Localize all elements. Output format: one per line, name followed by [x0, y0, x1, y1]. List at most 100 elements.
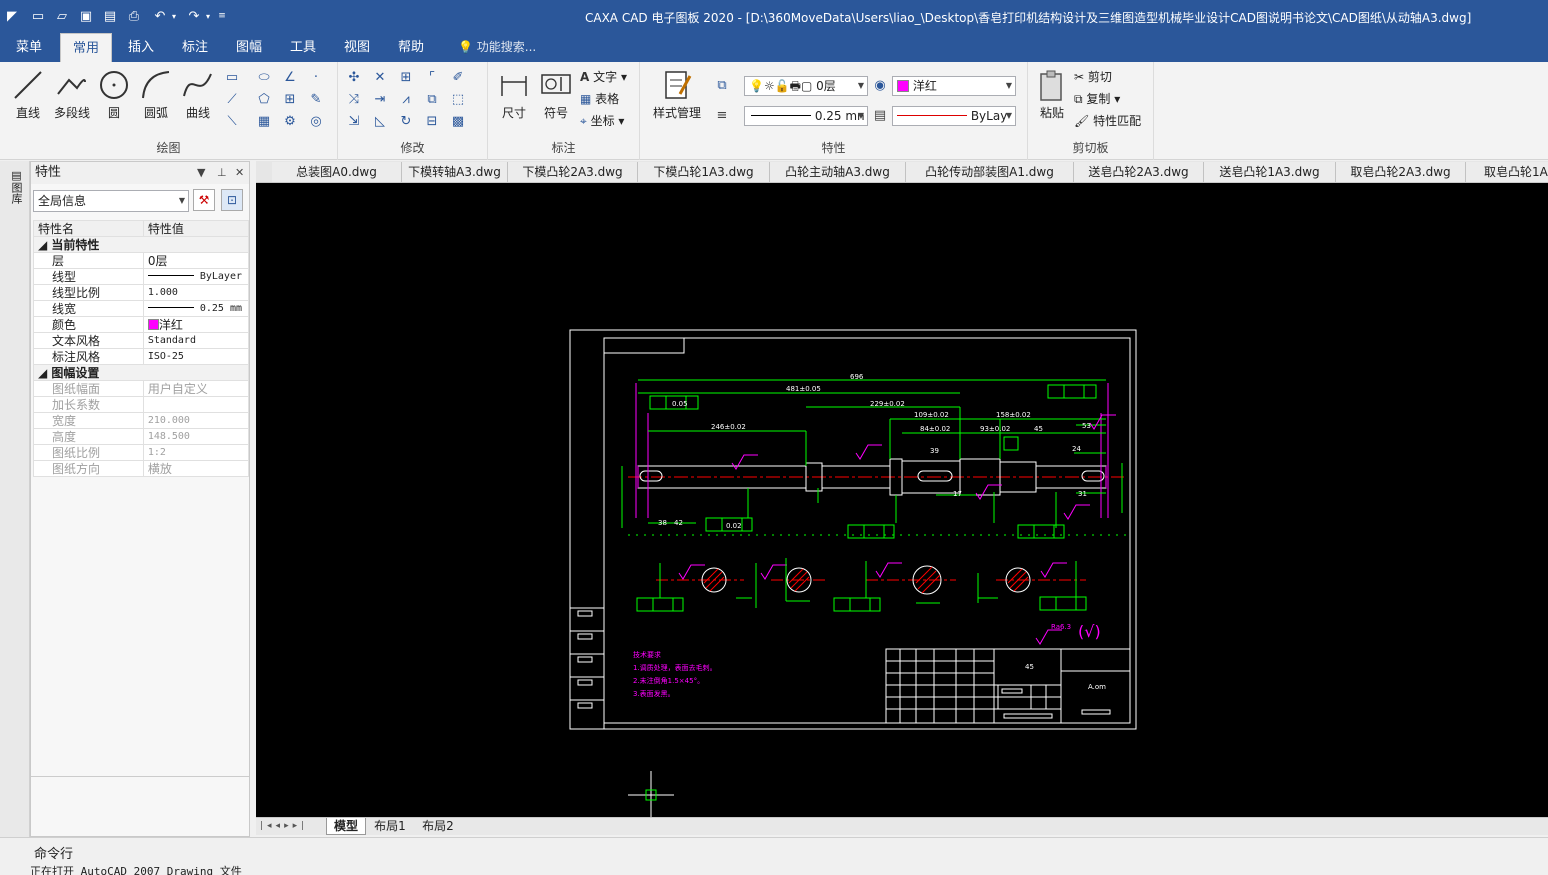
prop-row[interactable]: 文本风格 Standard: [33, 332, 250, 349]
edit-icon[interactable]: ▩: [448, 112, 468, 132]
doc-tab[interactable]: 总装图A0.dwg: [272, 162, 402, 182]
tab-common[interactable]: 常用: [60, 33, 112, 62]
dimension-button[interactable]: 尺寸: [492, 68, 536, 130]
doc-tab[interactable]: 取皂凸轮2A3.dwg: [1336, 162, 1466, 182]
tab-insert[interactable]: 插入: [118, 33, 164, 62]
feature-search[interactable]: 💡 功能搜索...: [458, 33, 536, 62]
doc-tab[interactable]: 取皂凸轮1A: [1466, 162, 1548, 182]
cut-button[interactable]: ✂ 剪切: [1074, 68, 1112, 85]
pen-icon[interactable]: ✎: [306, 90, 326, 110]
lineweight-icon[interactable]: ≡: [712, 106, 732, 126]
doc-tab[interactable]: 凸轮传动部装图A1.dwg: [906, 162, 1074, 182]
rectangle-icon[interactable]: ▭: [222, 68, 242, 88]
break-icon[interactable]: ⊟: [422, 112, 442, 132]
prop-row[interactable]: 图纸方向 横放: [33, 460, 250, 477]
undo-dropdown-icon[interactable]: ▾: [168, 6, 180, 26]
command-line[interactable]: 命令行 正在打开 AutoCAD 2007 Drawing 文件: [0, 837, 1548, 875]
color-select[interactable]: 洋红 ▼: [892, 76, 1016, 96]
doc-tab[interactable]: 下模转轴A3.dwg: [402, 162, 508, 182]
prop-row[interactable]: 线型比例 1.000: [33, 284, 250, 301]
offset-line-icon[interactable]: ⟍: [222, 112, 242, 132]
copy-button[interactable]: ⧉ 复制 ▾: [1074, 90, 1120, 107]
copy-obj-icon[interactable]: ⤨: [344, 90, 364, 110]
redo-dropdown-icon[interactable]: ▾: [202, 6, 214, 26]
doc-tab[interactable]: 下模凸轮2A3.dwg: [508, 162, 638, 182]
arc-button[interactable]: 圆弧: [134, 68, 178, 130]
ellipse-icon[interactable]: ⬭: [254, 68, 274, 88]
explode-icon[interactable]: ⬚: [448, 90, 468, 110]
scope-select[interactable]: 全局信息 ▼: [33, 190, 189, 212]
linetype-icon[interactable]: ▤: [870, 106, 890, 126]
print-icon[interactable]: ⎙: [124, 6, 144, 26]
rotate-icon[interactable]: ↻: [396, 112, 416, 132]
point-icon[interactable]: ·: [306, 68, 326, 88]
close-icon[interactable]: ✕: [235, 162, 244, 184]
tab-model[interactable]: 模型: [326, 818, 366, 835]
layer-manager-icon[interactable]: ⧉: [712, 76, 732, 96]
circle-button[interactable]: 圆: [92, 68, 136, 130]
scale-icon[interactable]: ⧉: [422, 90, 442, 110]
quick-select-icon[interactable]: ⊡: [221, 189, 243, 211]
undo-icon[interactable]: ↶: [150, 6, 170, 26]
tab-help[interactable]: 帮助: [388, 33, 434, 62]
linetype-select[interactable]: ByLay ▼: [892, 106, 1016, 126]
chamfer-icon[interactable]: ◺: [370, 112, 390, 132]
prop-row[interactable]: 层 0层: [33, 252, 250, 269]
drawing-canvas[interactable]: 45 A.om 696 481±0.05 229±0.02 109±0.02 1…: [256, 183, 1548, 817]
paste-button[interactable]: 粘贴: [1030, 68, 1074, 130]
mirror-icon[interactable]: ⩘: [396, 90, 416, 110]
doc-tab[interactable]: 凸轮主动轴A3.dwg: [770, 162, 906, 182]
table-button[interactable]: ▦ 表格: [580, 90, 619, 107]
prop-row[interactable]: 颜色 洋红: [33, 316, 250, 333]
tab-tools[interactable]: 工具: [280, 33, 326, 62]
prop-row[interactable]: 线型 ByLayer: [33, 268, 250, 285]
prop-row[interactable]: 图纸比例 1:2: [33, 444, 250, 461]
prop-row[interactable]: 标注风格 ISO-25: [33, 348, 250, 365]
open-folder-icon[interactable]: ▱: [52, 6, 72, 26]
block-icon[interactable]: ⊞: [280, 90, 300, 110]
line-button[interactable]: 直线: [6, 68, 50, 130]
save-all-icon[interactable]: ▤: [100, 6, 120, 26]
stretch-icon[interactable]: ⇲: [344, 112, 364, 132]
polyline-button[interactable]: 多段线: [50, 68, 94, 130]
section-sheet[interactable]: ◢ 图幅设置: [33, 364, 249, 381]
doc-tab[interactable]: 送皂凸轮2A3.dwg: [1074, 162, 1204, 182]
coord-button[interactable]: ⌖ 坐标 ▾: [580, 112, 624, 129]
polygon-icon[interactable]: ⬠: [254, 90, 274, 110]
doc-tab[interactable]: 下模凸轮1A3.dwg: [638, 162, 770, 182]
text-button[interactable]: A 文字 ▾: [580, 68, 627, 85]
hatch-icon[interactable]: ▦: [254, 112, 274, 132]
angle-icon[interactable]: ∠: [280, 68, 300, 88]
prop-row[interactable]: 宽度 210.000: [33, 412, 250, 429]
new-file-icon[interactable]: ▭: [28, 6, 48, 26]
layout-nav-arrows[interactable]: |◂◂▸▸|: [260, 818, 322, 835]
tab-view[interactable]: 视图: [334, 33, 380, 62]
curve-button[interactable]: 曲线: [176, 68, 220, 130]
panel-menu-icon[interactable]: ▼: [197, 162, 205, 184]
layer-select[interactable]: 💡☼🔓🖶▢ 0层 ▼: [744, 76, 868, 96]
library-tab[interactable]: ▤图库: [8, 169, 23, 204]
centerline-icon[interactable]: ⟋: [222, 90, 242, 110]
symbol-button[interactable]: 符号: [534, 68, 578, 130]
app-logo-icon[interactable]: ◤: [2, 6, 22, 26]
fillet-icon[interactable]: ⌜: [422, 68, 442, 88]
trim-icon[interactable]: ✕: [370, 68, 390, 88]
prop-row[interactable]: 高度 148.500: [33, 428, 250, 445]
color-wheel-icon[interactable]: ◉: [870, 76, 890, 96]
lineweight-select[interactable]: 0.25 mn ▼: [744, 106, 868, 126]
customize-toolbar-icon[interactable]: ≡: [216, 6, 228, 26]
save-icon[interactable]: ▣: [76, 6, 96, 26]
erase-icon[interactable]: ✐: [448, 68, 468, 88]
tab-annotate[interactable]: 标注: [172, 33, 218, 62]
pin-icon[interactable]: ⊥: [217, 162, 227, 184]
array-icon[interactable]: ⊞: [396, 68, 416, 88]
tab-menu[interactable]: 菜单: [6, 33, 52, 62]
redo-icon[interactable]: ↷: [184, 6, 204, 26]
tab-layout2[interactable]: 布局2: [418, 818, 458, 835]
spline-icon[interactable]: ◎: [306, 112, 326, 132]
prop-row[interactable]: 加长系数: [33, 396, 250, 413]
extend-icon[interactable]: ⇥: [370, 90, 390, 110]
tab-sheet[interactable]: 图幅: [226, 33, 272, 62]
section-current[interactable]: ◢ 当前特性: [33, 236, 249, 253]
doc-tab[interactable]: 送皂凸轮1A3.dwg: [1204, 162, 1336, 182]
